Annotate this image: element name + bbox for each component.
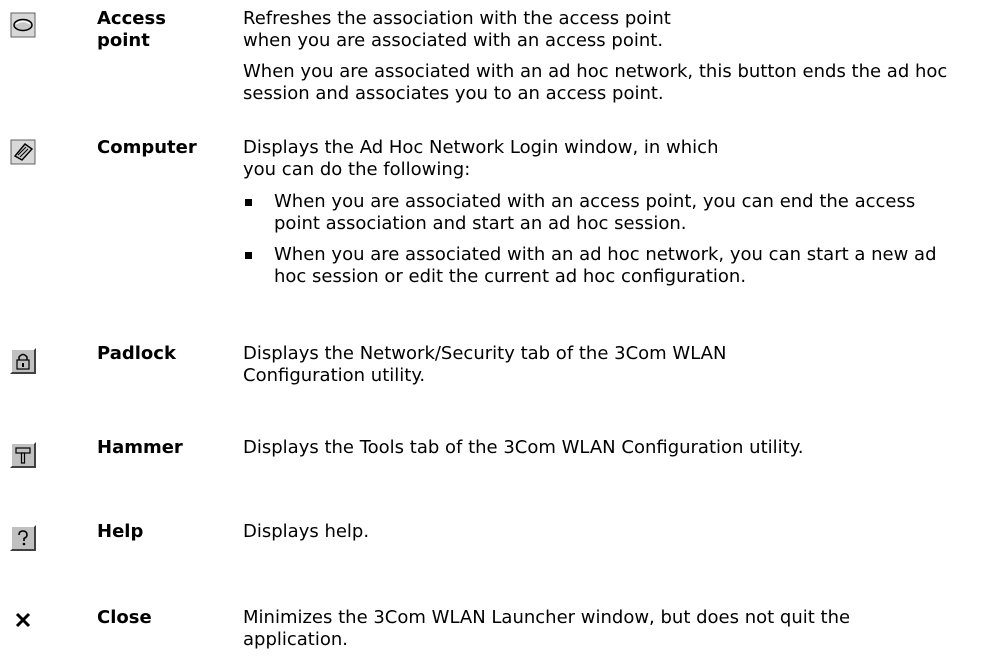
paragraph: Displays the Tools tab of the 3Com WLAN …: [243, 437, 804, 458]
term-hammer: Hammer: [97, 437, 183, 458]
paragraph: Displays help.: [243, 521, 370, 542]
paragraph: Minimizes the 3Com WLAN Launcher window,…: [243, 607, 851, 650]
description-access-point: Refreshes the association with the acces…: [243, 8, 969, 105]
description-hammer: Displays the Tools tab of the 3Com WLAN …: [243, 437, 969, 459]
padlock-icon: [10, 348, 36, 374]
description-computer: Displays the Ad Hoc Network Login window…: [243, 137, 969, 288]
paragraph: When you are associated with an ad hoc n…: [243, 61, 948, 104]
bullet-item: When you are associated with an ad hoc n…: [243, 244, 969, 288]
description-padlock: Displays the Network/Security tab of the…: [243, 343, 969, 387]
paragraph: Displays the Ad Hoc Network Login window…: [243, 137, 719, 180]
bullet-text: When you are associated with an access p…: [274, 191, 916, 234]
term-computer: Computer: [97, 137, 197, 158]
bullet-text: When you are associated with an ad hoc n…: [274, 244, 937, 287]
paragraph: Refreshes the association with the acces…: [243, 8, 671, 51]
description-close: Minimizes the 3Com WLAN Launcher window,…: [243, 607, 969, 651]
paragraph: Displays the Network/Security tab of the…: [243, 343, 727, 386]
bullet-marker: [245, 199, 252, 206]
term-padlock: Padlock: [97, 343, 176, 364]
term-help: Help: [97, 521, 144, 542]
term-close: Close: [97, 607, 152, 628]
close-icon: [10, 607, 36, 633]
term-access-point: Access point: [97, 8, 166, 51]
description-help: Displays help.: [243, 521, 969, 543]
bullet-item: When you are associated with an access p…: [243, 191, 969, 235]
access-point-icon: [10, 12, 36, 38]
help-icon: [10, 525, 36, 551]
bullet-marker: [245, 252, 252, 259]
hammer-icon: [10, 442, 36, 468]
computer-icon: [10, 139, 36, 165]
